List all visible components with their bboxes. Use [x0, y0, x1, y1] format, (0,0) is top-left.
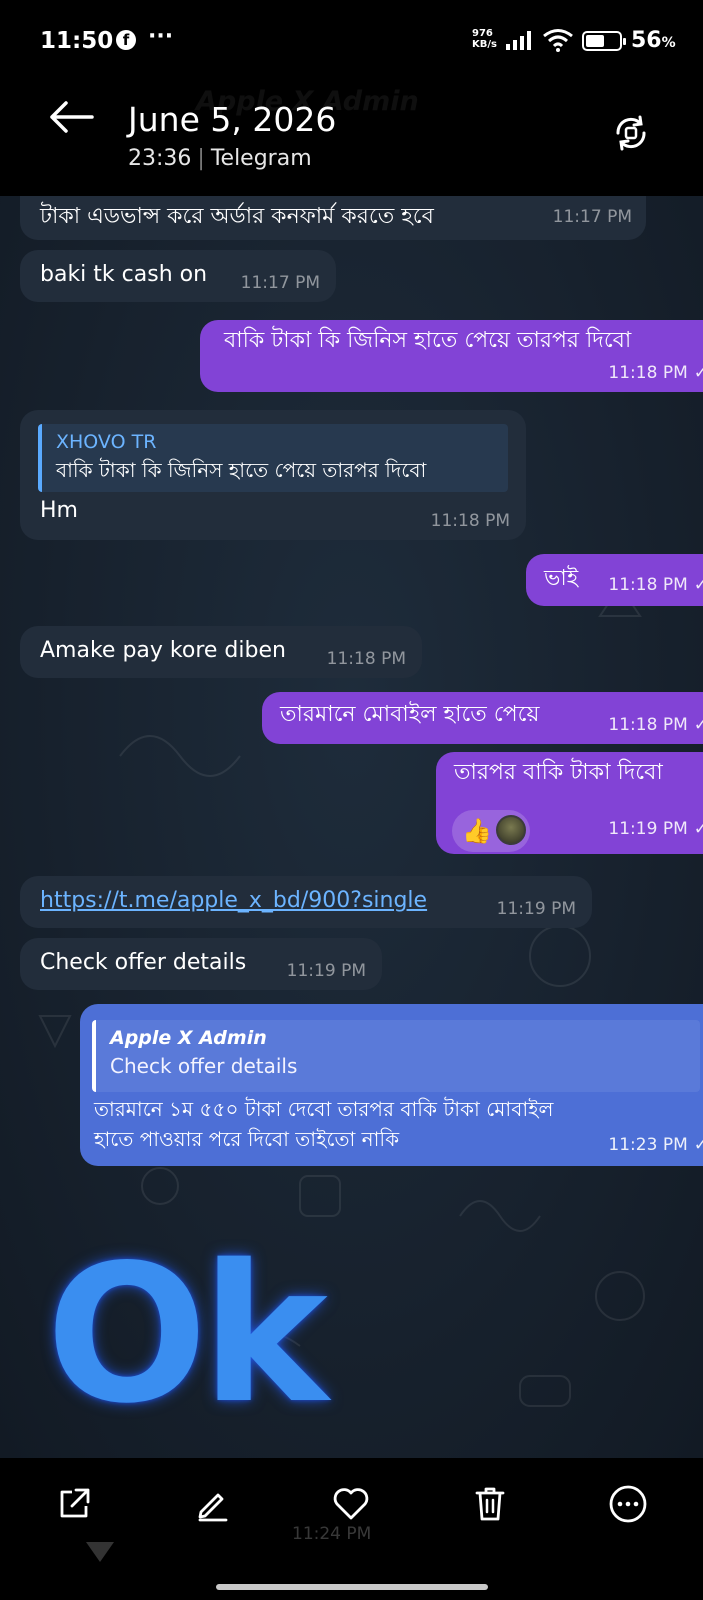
media-toolbar: 11:24 PM	[0, 1458, 703, 1600]
network-speed-unit: KB/s	[472, 39, 497, 50]
reactor-avatar	[496, 815, 526, 845]
wifi-icon	[543, 29, 573, 52]
more-notifications-icon: ···	[148, 24, 174, 49]
message-text: বাকি টাকা কি জিনিস হাতে পেয়ে তারপর দিবো	[224, 328, 632, 353]
message-text: Hm	[40, 498, 78, 523]
chat-screenshot: টাকা এডভান্স করে অর্ডার কনফার্ম করতে হবে…	[0, 196, 703, 1458]
back-arrow-icon[interactable]	[48, 100, 94, 134]
media-source: Telegram	[210, 146, 312, 171]
home-indicator[interactable]	[216, 1584, 488, 1590]
scroll-down-icon	[86, 1542, 114, 1562]
thumbs-up-reaction-icon[interactable]: 👍	[462, 816, 492, 846]
ok-sticker: Ok	[46, 1224, 328, 1445]
message-bubble: baki tk cash on 11:17 PM	[20, 250, 336, 302]
trash-icon	[475, 1487, 505, 1521]
viewer-header: Apple X Admin June 5, 2026 23:36 | Telegra…	[0, 86, 703, 196]
message-bubble: Check offer details 11:19 PM	[20, 938, 382, 990]
delete-button[interactable]	[462, 1476, 518, 1532]
message-time: 11:19 PM	[286, 961, 366, 981]
message-time: 11:18 PM ✓	[608, 715, 703, 735]
battery-percent-unit: %	[661, 35, 676, 51]
message-bubble-outgoing: বাকি টাকা কি জিনিস হাতে পেয়ে তারপর দিবো…	[200, 320, 703, 392]
message-text: টাকা এডভান্স করে অর্ডার কনফার্ম করতে হবে	[40, 204, 434, 229]
reply-quote[interactable]: XHOVO TR বাকি টাকা কি জিনিস হাতে পেয়ে ত…	[38, 424, 508, 492]
network-speed-value: 976	[472, 28, 493, 39]
message-link[interactable]: https://t.me/apple_x_bd/900?single	[40, 886, 427, 916]
message-time: 11:19 PM ✓	[608, 819, 703, 839]
message-text: Amake pay kore diben	[40, 638, 286, 663]
message-reactions[interactable]: 👍	[452, 810, 530, 852]
share-button[interactable]	[46, 1476, 102, 1532]
message-text: baki tk cash on	[40, 262, 208, 287]
rotate-icon[interactable]	[610, 112, 652, 154]
reply-sender: Apple X Admin	[110, 1027, 267, 1049]
more-icon	[609, 1485, 647, 1523]
message-bubble-outgoing: তারমানে মোবাইল হাতে পেয়ে 11:18 PM ✓	[262, 692, 703, 744]
message-bubble: https://t.me/apple_x_bd/900?single 11:19…	[20, 876, 592, 928]
media-subtitle: 23:36 | Telegram	[128, 146, 312, 171]
reply-text: Check offer details	[110, 1054, 298, 1078]
reply-text: বাকি টাকা কি জিনিস হাতে পেয়ে তারপর দিবো	[56, 458, 427, 482]
message-time: 11:18 PM ✓	[608, 363, 703, 383]
message-time: 11:17 PM	[240, 273, 320, 293]
edit-icon	[198, 1493, 228, 1522]
message-time: 11:18 PM	[326, 649, 406, 669]
signal-icon	[506, 31, 531, 50]
media-time: 23:36	[128, 146, 192, 171]
message-bubble-outgoing: তারপর বাকি টাকা দিবো 👍 11:19 PM ✓	[436, 752, 703, 854]
message-text-line2: হাতে পাওয়ার পরে দিবো তাইতো নাকি	[94, 1127, 400, 1151]
status-time: 11:50	[40, 28, 114, 54]
message-time: 11:19 PM	[496, 899, 576, 919]
message-bubble: Amake pay kore diben 11:18 PM	[20, 626, 422, 678]
message-bubble-reply: XHOVO TR বাকি টাকা কি জিনিস হাতে পেয়ে ত…	[20, 410, 526, 540]
message-time: 11:18 PM	[430, 511, 510, 531]
message-text: তারপর বাকি টাকা দিবো	[454, 760, 663, 785]
more-button[interactable]	[600, 1476, 656, 1532]
edit-button[interactable]	[184, 1476, 240, 1532]
reply-quote[interactable]: Apple X Admin Check offer details	[92, 1020, 700, 1092]
facebook-icon: f	[116, 30, 136, 50]
message-text-line1: তারমানে ১ম ৫৫০ টাকা দেবো তারপর বাকি টাকা…	[94, 1097, 554, 1121]
battery-percent: 56%	[631, 28, 676, 53]
message-time: 11:17 PM	[552, 207, 632, 227]
share-icon	[60, 1488, 90, 1518]
network-speed: 976 KB/s	[472, 28, 497, 50]
message-bubble-outgoing: ভাই 11:18 PM ✓	[526, 554, 703, 606]
message-text: Check offer details	[40, 950, 247, 975]
message-text: ভাই	[544, 566, 579, 591]
message-time: 11:18 PM ✓	[608, 575, 703, 595]
message-bubble: টাকা এডভান্স করে অর্ডার কনফার্ম করতে হবে…	[20, 196, 646, 240]
media-date-title: June 5, 2026	[128, 100, 337, 139]
message-bubble-reply-outgoing: Apple X Admin Check offer details তারমান…	[80, 1004, 703, 1166]
reply-sender: XHOVO TR	[56, 431, 157, 453]
message-text: তারমানে মোবাইল হাতে পেয়ে	[280, 702, 540, 727]
favorite-button[interactable]	[323, 1476, 379, 1532]
status-bar: 11:50 f ··· 976 KB/s 56%	[0, 0, 703, 86]
heart-icon	[333, 1488, 369, 1520]
battery-icon	[582, 31, 626, 51]
message-time: 11:23 PM ✓	[608, 1135, 703, 1155]
